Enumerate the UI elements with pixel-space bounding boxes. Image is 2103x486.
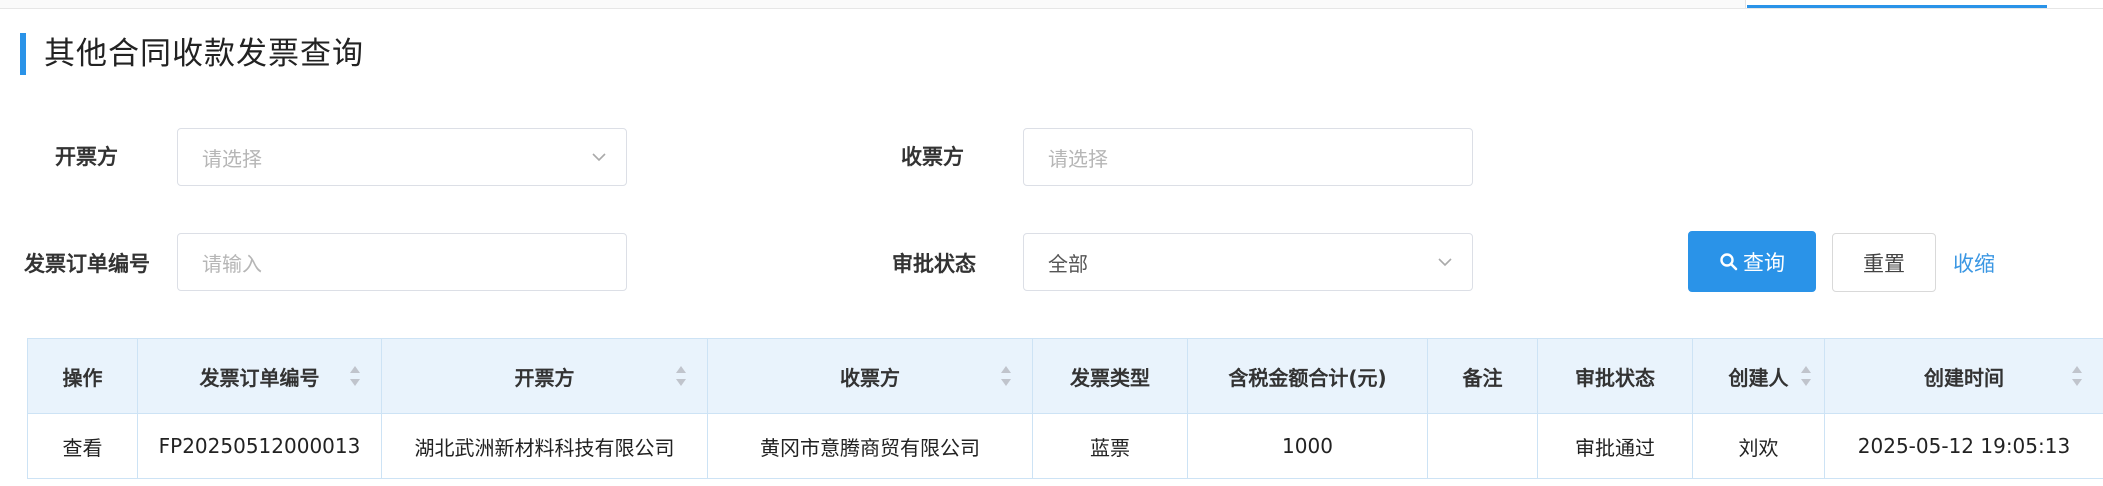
tab[interactable] (60, 0, 91, 8)
col-header-created-at[interactable]: 创建时间 (1824, 338, 2103, 414)
approval-status-select[interactable]: 全部 (1023, 233, 1473, 291)
invoice-table: 操作 发票订单编号 开票方 收票方 发票类型 含税金额合计(元) 备注 审批状态… (27, 338, 2103, 479)
cell-invoice-type: 蓝票 (1032, 413, 1188, 479)
approval-status-value: 全部 (1048, 251, 1088, 276)
view-link[interactable]: 查看 (27, 413, 138, 479)
issuer-label: 开票方 (55, 145, 118, 169)
active-tab-indicator (1747, 5, 2047, 8)
tab[interactable] (1470, 0, 1746, 8)
order-no-input[interactable]: 请输入 (177, 233, 627, 291)
receiver-select[interactable]: 请选择 (1023, 128, 1473, 186)
sort-icon[interactable] (1000, 364, 1012, 388)
col-header-status: 审批状态 (1537, 338, 1693, 414)
cell-receiver: 黄冈市意腾商贸有限公司 (707, 413, 1033, 479)
approval-status-label: 审批状态 (892, 252, 976, 276)
col-header-order-no[interactable]: 发票订单编号 (137, 338, 382, 414)
col-header-invoice-type: 发票类型 (1032, 338, 1188, 414)
sort-icon[interactable] (1800, 364, 1812, 388)
tab[interactable] (975, 0, 1231, 8)
tab[interactable] (390, 0, 586, 8)
order-no-placeholder: 请输入 (202, 251, 262, 276)
reset-button[interactable]: 重置 (1832, 233, 1936, 292)
tab[interactable] (585, 0, 781, 8)
receiver-label: 收票方 (901, 145, 964, 169)
search-button-label: 查询 (1743, 250, 1785, 275)
col-header-remark: 备注 (1427, 338, 1538, 414)
collapse-link[interactable]: 收缩 (1953, 248, 1995, 278)
cell-issuer: 湖北武洲新材料科技有限公司 (381, 413, 708, 479)
page-title: 其他合同收款发票查询 (44, 36, 364, 72)
cell-remark (1427, 413, 1538, 479)
status-link[interactable]: 审批通过 (1537, 413, 1693, 479)
search-button[interactable]: 查询 (1688, 231, 1816, 292)
sort-icon[interactable] (2071, 364, 2083, 388)
chevron-down-icon (592, 153, 606, 162)
tab-strip (0, 0, 2103, 9)
search-icon (1720, 252, 1738, 270)
cell-amount: 1000 (1187, 413, 1428, 479)
table-header-row: 操作 发票订单编号 开票方 收票方 发票类型 含税金额合计(元) 备注 审批状态… (27, 338, 2103, 414)
tab[interactable] (780, 0, 976, 8)
col-header-amount: 含税金额合计(元) (1187, 338, 1428, 414)
col-header-action: 操作 (27, 338, 138, 414)
order-no-label: 发票订单编号 (24, 252, 150, 276)
col-header-issuer[interactable]: 开票方 (381, 338, 708, 414)
issuer-placeholder: 请选择 (202, 146, 262, 171)
table-row: 查看 FP20250512000013 湖北武洲新材料科技有限公司 黄冈市意腾商… (27, 413, 2103, 479)
receiver-placeholder: 请选择 (1048, 146, 1108, 171)
tab[interactable] (1230, 0, 1471, 8)
title-accent-bar (20, 33, 26, 75)
chevron-down-icon (1438, 258, 1452, 267)
cell-order-no: FP20250512000013 (137, 413, 382, 479)
tab[interactable] (90, 0, 391, 8)
cell-creator: 刘欢 (1692, 413, 1825, 479)
col-header-creator[interactable]: 创建人 (1692, 338, 1825, 414)
tab[interactable] (0, 0, 61, 8)
issuer-select[interactable]: 请选择 (177, 128, 627, 186)
cell-created-at: 2025-05-12 19:05:13 (1824, 413, 2103, 479)
sort-icon[interactable] (675, 364, 687, 388)
sort-icon[interactable] (349, 364, 361, 388)
col-header-receiver[interactable]: 收票方 (707, 338, 1033, 414)
